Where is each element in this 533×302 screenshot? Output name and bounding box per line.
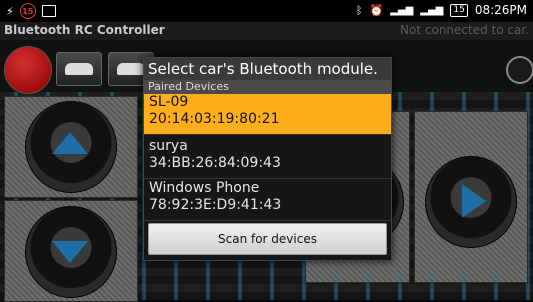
bluetooth-device-dialog: Select car's Bluetooth module. Paired De…: [143, 57, 392, 261]
signal-icon-2: ▂▄▆: [420, 4, 444, 16]
scan-button[interactable]: Scan for devices: [148, 223, 387, 255]
connection-status: Not connected to car.: [400, 23, 529, 37]
app-title: Bluetooth RC Controller: [4, 23, 165, 37]
right-arrow-icon: [462, 184, 486, 218]
status-bar: ⚡ 15 ᛒ ⏰ ▂▄▆ ▂▄▆ 15 08:26PM: [0, 0, 533, 22]
device-name: surya: [149, 138, 188, 154]
dialog-title: Select car's Bluetooth module.: [144, 58, 391, 80]
up-arrow-icon: [52, 132, 88, 154]
bluetooth-icon: ᛒ: [355, 3, 363, 17]
device-item[interactable]: Windows Phone 78:92:3E:D9:41:43: [144, 180, 391, 221]
usb-icon: ⚡: [6, 4, 14, 18]
notification-badge: 15: [19, 3, 36, 19]
title-bar: Bluetooth RC Controller Not connected to…: [0, 22, 533, 40]
device-name: SL-09: [149, 94, 189, 110]
down-arrow-icon: [52, 241, 88, 263]
signal-icon: ▂▄▆: [390, 4, 414, 16]
device-item[interactable]: SL-09 20:14:03:19:80:21: [144, 94, 391, 135]
device-address: 78:92:3E:D9:41:43: [149, 197, 282, 213]
device-name: Windows Phone: [149, 180, 260, 196]
gear-icon[interactable]: [506, 56, 533, 84]
clock: 08:26PM: [474, 3, 527, 17]
device-address: 34:BB:26:84:09:43: [149, 155, 281, 171]
image-icon: [41, 5, 56, 17]
device-item[interactable]: surya 34:BB:26:84:09:43: [144, 138, 391, 179]
alarm-icon: ⏰: [369, 3, 384, 17]
record-button[interactable]: [4, 46, 52, 94]
device-address: 20:14:03:19:80:21: [149, 111, 280, 127]
battery-icon: 15: [450, 3, 468, 17]
car-icon[interactable]: [56, 52, 102, 86]
section-header: Paired Devices: [144, 80, 391, 94]
